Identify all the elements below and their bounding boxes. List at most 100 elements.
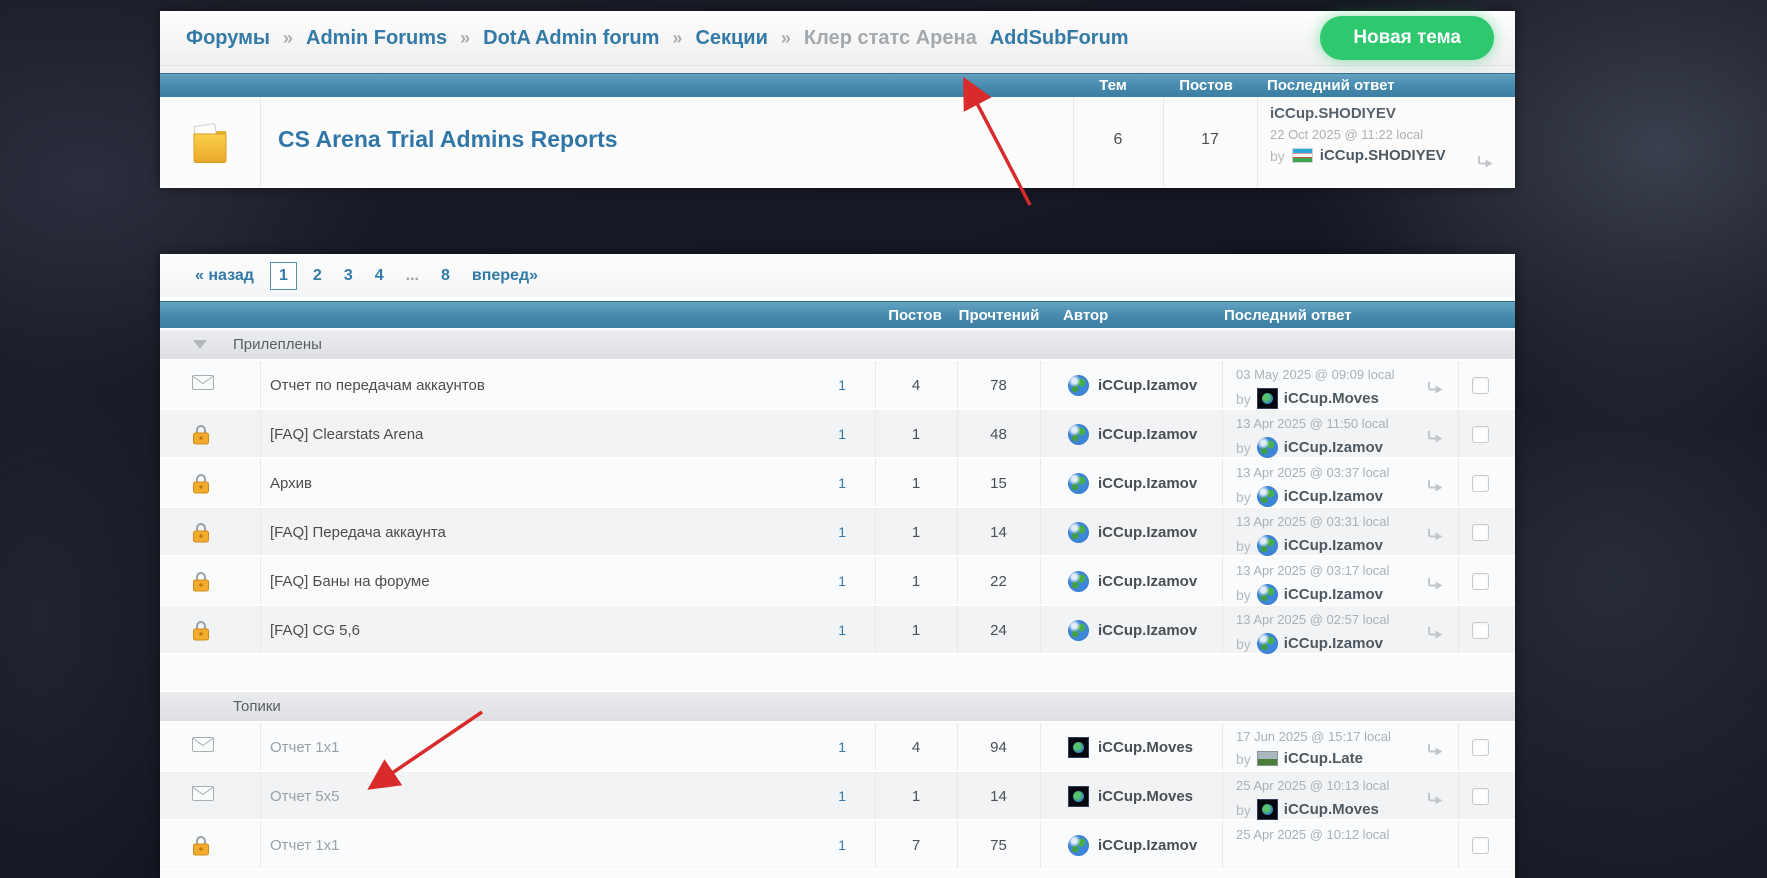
topic-title-link[interactable]: Отчет по передачам аккаунтов xyxy=(270,361,485,410)
topic-title-link[interactable]: Отчет 1x1 xyxy=(270,821,339,870)
jump-to-last-post-icon[interactable] xyxy=(1427,626,1443,645)
topic-posts-count: 4 xyxy=(911,739,921,756)
divider xyxy=(1458,723,1459,770)
jump-to-last-post-icon[interactable] xyxy=(1427,528,1443,547)
jump-to-last-post-icon[interactable] xyxy=(1427,430,1443,449)
author-name-link[interactable]: iCCup.Moves xyxy=(1098,788,1193,805)
last-reply-user-link[interactable]: iCCup.SHODIYEV xyxy=(1270,105,1446,122)
author-name-link[interactable]: iCCup.Moves xyxy=(1098,739,1193,756)
author-name-link[interactable]: iCCup.Izamov xyxy=(1098,475,1197,492)
topic-reads-count: 22 xyxy=(990,573,1007,590)
topic-title-link[interactable]: Отчет 5x5 xyxy=(270,772,339,821)
topic-page-link[interactable]: 1 xyxy=(808,557,846,606)
last-reply-by-user-link[interactable]: iCCup.Izamov xyxy=(1284,537,1383,554)
last-reply-by-user-link[interactable]: iCCup.Izamov xyxy=(1284,488,1383,505)
last-reply-by-user-link[interactable]: iCCup.Izamov xyxy=(1284,635,1383,652)
topic-page-link[interactable]: 1 xyxy=(808,723,846,772)
last-reply-by-user-link[interactable]: iCCup.Moves xyxy=(1284,390,1379,407)
topic-last-reply: 13 Apr 2025 @ 03:17 local by iCCup.Izamo… xyxy=(1236,562,1389,605)
topic-page-link[interactable]: 1 xyxy=(808,821,846,870)
topic-last-reply: 03 May 2025 @ 09:09 local by iCCup.Moves xyxy=(1236,366,1394,409)
topic-page-link[interactable]: 1 xyxy=(808,508,846,557)
pagination-page[interactable]: 2 xyxy=(313,267,322,285)
divider xyxy=(1040,723,1041,770)
divider-strip xyxy=(160,65,1515,73)
subforum-title-link[interactable]: CS Arena Trial Admins Reports xyxy=(278,126,618,153)
topic-checkbox[interactable] xyxy=(1472,739,1489,756)
topic-checkbox[interactable] xyxy=(1472,377,1489,394)
divider xyxy=(1040,772,1041,819)
topic-checkbox[interactable] xyxy=(1472,837,1489,854)
jump-to-last-post-icon[interactable] xyxy=(1427,479,1443,498)
by-label: by xyxy=(1236,586,1251,603)
jump-to-last-post-icon[interactable] xyxy=(1427,792,1443,811)
last-reply-by-user-link[interactable]: iCCup.Late xyxy=(1284,750,1363,767)
author-name-link[interactable]: iCCup.Izamov xyxy=(1098,426,1197,443)
by-label: by xyxy=(1236,390,1251,407)
topic-posts-count: 1 xyxy=(911,573,921,590)
author-name-link[interactable]: iCCup.Izamov xyxy=(1098,573,1197,590)
globe-avatar-icon xyxy=(1256,437,1278,458)
topic-title-link[interactable]: [FAQ] Clearstats Arena xyxy=(270,410,423,459)
topic-page-link[interactable]: 1 xyxy=(808,361,846,410)
topic-title-link[interactable]: Архив xyxy=(270,459,312,508)
topic-checkbox[interactable] xyxy=(1472,573,1489,590)
pagination-prev[interactable]: « назад xyxy=(195,267,254,285)
topic-posts-count: 1 xyxy=(911,475,921,492)
pagination-page[interactable]: 4 xyxy=(375,267,384,285)
topic-checkbox[interactable] xyxy=(1472,426,1489,443)
jump-to-last-post-icon[interactable] xyxy=(1427,381,1443,400)
topic-title-link[interactable]: Отчет 1x1 xyxy=(270,723,339,772)
author-name-link[interactable]: iCCup.Izamov xyxy=(1098,377,1197,394)
pagination-current-page[interactable]: 1 xyxy=(269,261,297,290)
jump-to-last-post-icon[interactable] xyxy=(1427,743,1443,762)
breadcrumb-link-admin-forums[interactable]: Admin Forums xyxy=(306,27,447,50)
topic-checkbox[interactable] xyxy=(1472,475,1489,492)
pagination-next[interactable]: вперед» xyxy=(472,267,538,285)
dark-globe-avatar-icon xyxy=(1068,786,1089,807)
globe-avatar-icon xyxy=(1256,633,1278,654)
section-label: Прилеплены xyxy=(233,336,322,353)
jump-to-last-post-icon[interactable] xyxy=(1427,577,1443,596)
topic-title-link[interactable]: [FAQ] Баны на форуме xyxy=(270,557,430,606)
topic-page-link[interactable]: 1 xyxy=(808,606,846,655)
pagination-page[interactable]: 3 xyxy=(344,267,353,285)
topic-checkbox[interactable] xyxy=(1472,622,1489,639)
topic-posts-count: 4 xyxy=(911,377,921,394)
topic-page-link[interactable]: 1 xyxy=(808,772,846,821)
topic-title-link[interactable]: [FAQ] Передача аккаунта xyxy=(270,508,446,557)
breadcrumb-bar: Форумы » Admin Forums » DotA Admin forum… xyxy=(160,11,1515,65)
subforum-table-header: Тем Постов Последний ответ xyxy=(160,73,1515,97)
topic-page-link[interactable]: 1 xyxy=(808,459,846,508)
author-name-link[interactable]: iCCup.Izamov xyxy=(1098,622,1197,639)
last-reply-by-user-link[interactable]: iCCup.Moves xyxy=(1284,801,1379,818)
author-name-link[interactable]: iCCup.Izamov xyxy=(1098,837,1197,854)
collapse-triangle-icon[interactable] xyxy=(193,340,207,349)
topic-reads-count: 14 xyxy=(990,524,1007,541)
breadcrumb-link-sections[interactable]: Секции xyxy=(695,27,767,50)
column-header-last-reply: Последний ответ xyxy=(1267,77,1395,94)
lock-icon xyxy=(192,835,210,861)
new-topic-button[interactable]: Новая тема xyxy=(1320,16,1494,60)
author-name-link[interactable]: iCCup.Izamov xyxy=(1098,524,1197,541)
last-reply-by-user-link[interactable]: iCCup.SHODIYEV xyxy=(1320,147,1446,164)
globe-avatar-icon xyxy=(1256,584,1278,605)
divider xyxy=(260,772,261,819)
pagination: « назад 1 2 3 4... 8 вперед» xyxy=(160,254,1515,301)
breadcrumb-current: Клер статс Арена xyxy=(803,26,977,49)
topic-page-link[interactable]: 1 xyxy=(808,410,846,459)
last-reply-by-user-link[interactable]: iCCup.Izamov xyxy=(1284,586,1383,603)
divider xyxy=(260,606,261,653)
topic-row: [FAQ] CG 5,6 1 1 24 iCCup.Izamov 13 Apr … xyxy=(160,606,1515,655)
add-subforum-link[interactable]: AddSubForum xyxy=(990,27,1129,50)
pagination-page[interactable]: 8 xyxy=(441,267,450,285)
topic-checkbox[interactable] xyxy=(1472,524,1489,541)
divider xyxy=(1458,410,1459,457)
breadcrumb-separator: » xyxy=(672,27,683,48)
jump-to-last-post-icon[interactable] xyxy=(1477,155,1493,174)
topic-title-link[interactable]: [FAQ] CG 5,6 xyxy=(270,606,360,655)
last-reply-by-user-link[interactable]: iCCup.Izamov xyxy=(1284,439,1383,456)
breadcrumb-link-forums[interactable]: Форумы xyxy=(186,27,270,50)
topic-checkbox[interactable] xyxy=(1472,788,1489,805)
breadcrumb-link-dota-admin-forum[interactable]: DotA Admin forum xyxy=(483,27,659,50)
